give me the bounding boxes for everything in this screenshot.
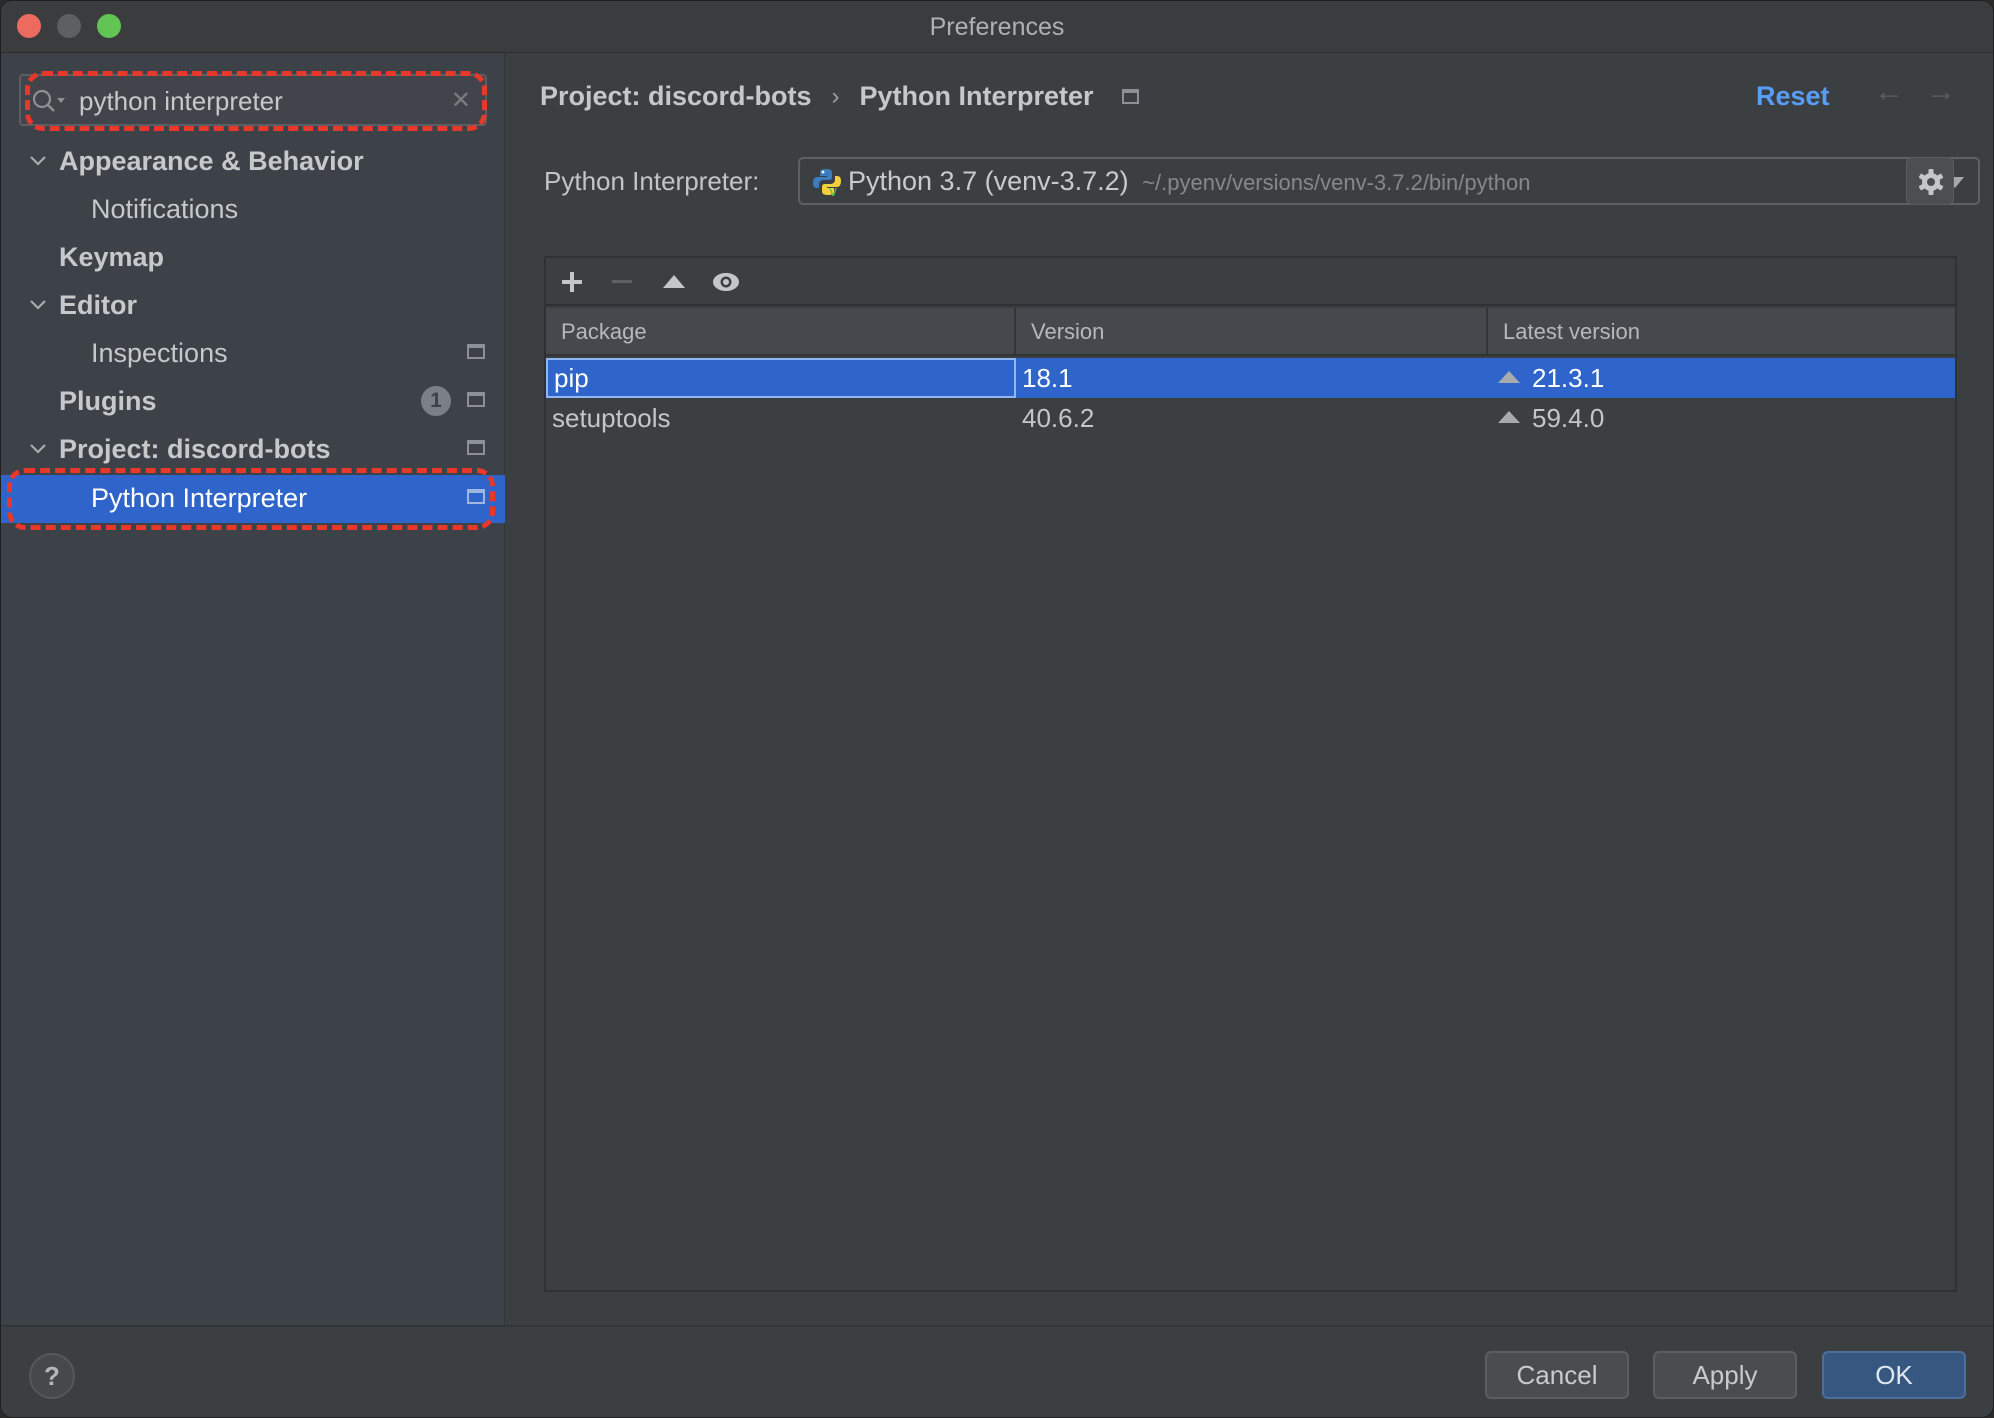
sidebar-item-label: Plugins bbox=[59, 386, 157, 416]
back-arrow-icon[interactable]: ← bbox=[1874, 75, 1904, 109]
preferences-window: Preferences python interpreter ✕ Appeara… bbox=[0, 0, 1994, 1418]
minus-icon bbox=[612, 280, 632, 283]
interpreter-label: Python Interpreter: bbox=[544, 166, 760, 196]
sidebar-item-keymap[interactable]: Keymap bbox=[1, 234, 505, 280]
version-cell: 18.1 bbox=[1022, 363, 1073, 393]
latest-version-text: 21.3.1 bbox=[1532, 363, 1605, 393]
sidebar-item-label: Notifications bbox=[91, 194, 239, 224]
interpreter-settings-button[interactable] bbox=[1906, 157, 1954, 205]
latest-version-cell: 21.3.1 bbox=[1488, 358, 1958, 398]
breadcrumb-parent[interactable]: Project: discord-bots bbox=[540, 81, 812, 112]
sidebar-item-label: Project: discord-bots bbox=[59, 434, 331, 464]
column-header-latest-version[interactable]: Latest version bbox=[1488, 308, 1958, 356]
sidebar-item-notifications[interactable]: Notifications bbox=[1, 186, 505, 232]
package-name-cell[interactable]: pip bbox=[546, 358, 1016, 398]
breadcrumb-separator: › bbox=[831, 82, 840, 110]
apply-button[interactable]: Apply bbox=[1653, 1351, 1797, 1399]
interpreter-name: Python 3.7 (venv-3.7.2) bbox=[848, 166, 1129, 196]
project-scope-icon bbox=[467, 344, 485, 359]
latest-version-cell: 59.4.0 bbox=[1488, 398, 1958, 438]
interpreter-path: ~/.pyenv/versions/venv-3.7.2/bin/python bbox=[1142, 170, 1531, 195]
project-scope-icon bbox=[1121, 89, 1139, 104]
search-icon bbox=[32, 89, 65, 112]
sidebar-item-python-interpreter[interactable]: Python Interpreter bbox=[1, 475, 505, 523]
table-header: Package Version Latest version bbox=[546, 308, 1955, 356]
uninstall-package-button[interactable] bbox=[604, 264, 640, 300]
search-query-text[interactable]: python interpreter bbox=[79, 86, 283, 117]
install-package-button[interactable] bbox=[554, 264, 590, 300]
eye-icon bbox=[713, 273, 739, 291]
project-scope-icon bbox=[467, 392, 485, 407]
settings-sidebar: python interpreter ✕ Appearance & Behavi… bbox=[1, 53, 505, 1325]
sidebar-item-label: Appearance & Behavior bbox=[59, 146, 364, 176]
interpreter-value: Python 3.7 (venv-3.7.2) ~/.pyenv/version… bbox=[848, 166, 1530, 197]
sidebar-item-appearance-behavior[interactable]: Appearance & Behavior bbox=[1, 138, 505, 184]
column-header-package[interactable]: Package bbox=[546, 308, 1016, 356]
breadcrumb-current: Python Interpreter bbox=[859, 81, 1094, 111]
upgrade-triangle-icon bbox=[663, 275, 685, 288]
sidebar-item-label: Python Interpreter bbox=[91, 483, 308, 513]
settings-content: Project: discord-bots › Python Interpret… bbox=[506, 53, 1993, 1325]
sidebar-item-project[interactable]: Project: discord-bots bbox=[1, 426, 505, 472]
sidebar-item-label: Inspections bbox=[91, 338, 228, 368]
table-row[interactable]: pip 18.1 21.3.1 bbox=[546, 358, 1955, 398]
version-cell: 40.6.2 bbox=[1022, 403, 1095, 433]
cancel-button[interactable]: Cancel bbox=[1485, 1351, 1629, 1399]
sidebar-item-plugins[interactable]: Plugins 1 bbox=[1, 378, 505, 424]
packages-panel: Package Version Latest version pip 18.1 … bbox=[544, 256, 1957, 1292]
project-scope-icon bbox=[467, 489, 485, 504]
interpreter-dropdown[interactable]: v Python 3.7 (venv-3.7.2) ~/.pyenv/versi… bbox=[798, 157, 1980, 205]
chevron-down-icon[interactable] bbox=[27, 438, 49, 460]
upgrade-available-icon bbox=[1498, 371, 1520, 384]
upgrade-package-button[interactable] bbox=[656, 264, 692, 300]
ok-button[interactable]: OK bbox=[1822, 1351, 1966, 1399]
chevron-down-icon[interactable] bbox=[27, 150, 49, 172]
reset-link[interactable]: Reset bbox=[1756, 81, 1830, 112]
help-button[interactable]: ? bbox=[29, 1353, 75, 1399]
settings-search-input[interactable]: python interpreter ✕ bbox=[19, 74, 487, 126]
project-scope-icon bbox=[467, 440, 485, 455]
sidebar-item-label: Keymap bbox=[59, 242, 165, 272]
sidebar-item-label: Editor bbox=[59, 290, 137, 320]
upgrade-available-icon bbox=[1498, 411, 1520, 424]
table-row[interactable]: setuptools 40.6.2 59.4.0 bbox=[546, 398, 1955, 438]
breadcrumb: Project: discord-bots › Python Interpret… bbox=[540, 81, 1139, 112]
gear-icon bbox=[1918, 169, 1944, 195]
title-bar: Preferences bbox=[1, 1, 1993, 53]
plus-icon bbox=[562, 272, 582, 292]
sidebar-item-editor[interactable]: Editor bbox=[1, 282, 505, 328]
packages-toolbar bbox=[546, 258, 1955, 306]
sidebar-item-inspections[interactable]: Inspections bbox=[1, 330, 505, 376]
package-name-cell[interactable]: setuptools bbox=[546, 398, 1016, 438]
show-early-releases-button[interactable] bbox=[708, 264, 744, 300]
clear-search-icon[interactable]: ✕ bbox=[451, 86, 471, 115]
dialog-footer: ? Cancel Apply OK bbox=[1, 1325, 1993, 1417]
column-header-version[interactable]: Version bbox=[1016, 308, 1488, 356]
forward-arrow-icon[interactable]: → bbox=[1926, 75, 1956, 109]
svg-text:v: v bbox=[829, 184, 837, 197]
latest-version-text: 59.4.0 bbox=[1532, 403, 1605, 433]
python-logo-icon: v bbox=[813, 169, 841, 197]
plugins-update-badge: 1 bbox=[421, 386, 451, 416]
chevron-down-icon[interactable] bbox=[27, 294, 49, 316]
window-title: Preferences bbox=[929, 13, 1065, 41]
